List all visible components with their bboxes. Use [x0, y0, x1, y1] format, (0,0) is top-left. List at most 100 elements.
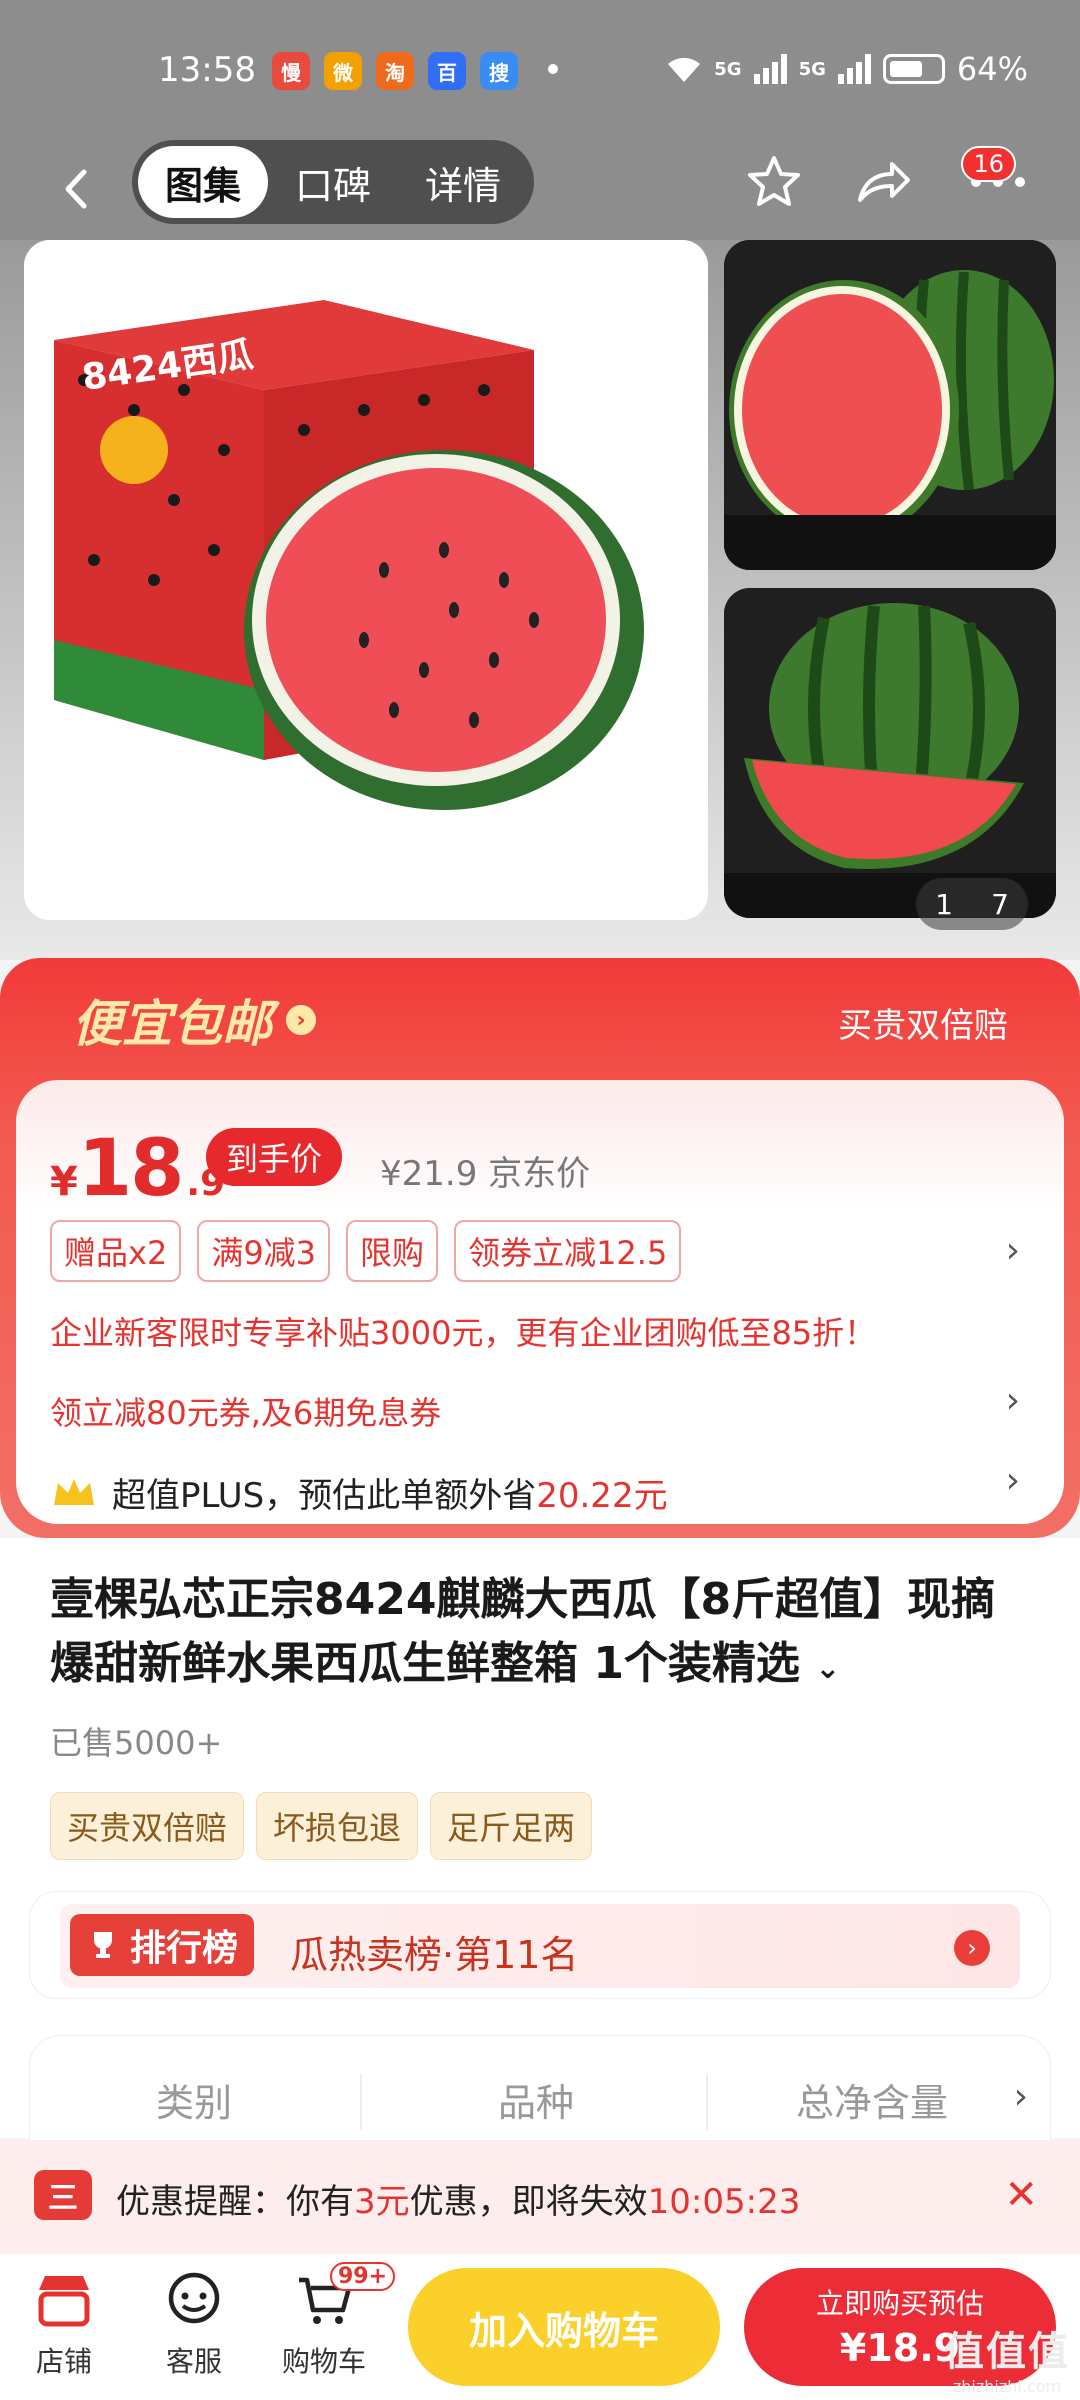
- chevron-right-icon[interactable]: ›: [954, 1930, 990, 1966]
- product-gallery: 8424西瓜 1 7: [0, 240, 1080, 960]
- ranking-tag: 排行榜: [70, 1914, 255, 1976]
- weibo-icon: 微: [324, 52, 362, 90]
- crown-icon: [54, 1478, 94, 1505]
- signal-icon-2: [837, 54, 871, 84]
- baidu-icon: 百: [428, 52, 466, 90]
- trophy-icon: [94, 1932, 112, 1958]
- final-price-tag: 到手价: [206, 1128, 343, 1186]
- network-label-2: 5G: [798, 58, 826, 80]
- price-guarantee[interactable]: 买贵双倍赔: [838, 998, 1008, 1047]
- shop-button[interactable]: 店铺: [14, 2268, 114, 2380]
- service-tag[interactable]: 买贵双倍赔: [50, 1792, 245, 1860]
- customer-service-label: 客服: [165, 2345, 222, 2378]
- close-icon[interactable]: ✕: [1004, 2172, 1038, 2218]
- pager-current: 1: [935, 887, 953, 921]
- ranking-text: 瓜热卖榜·第11名: [290, 1933, 579, 1977]
- divider: [706, 2074, 708, 2130]
- price-card: ¥ 18 .9 到手价 ¥21.9 京东价 赠品x2 满9减3 限购 领券立减1…: [16, 1080, 1064, 1524]
- chevron-right-icon[interactable]: ›: [1006, 1380, 1020, 1421]
- ranking-tag-text: 排行榜: [130, 1928, 239, 1969]
- shop-label: 店铺: [35, 2345, 92, 2378]
- app-notification-icon: 慢: [272, 52, 310, 90]
- customer-service-button[interactable]: 客服: [144, 2268, 244, 2380]
- clock: 13:58: [158, 50, 256, 90]
- final-price: ¥ 18 .9: [50, 1124, 225, 1214]
- thumbnail-image-1[interactable]: [724, 240, 1056, 570]
- search-app-icon: 搜: [480, 52, 518, 90]
- sold-count: 已售5000+: [50, 1724, 223, 1762]
- price-currency: ¥: [50, 1159, 78, 1205]
- chip-gift[interactable]: 赠品x2: [50, 1220, 182, 1282]
- promo-headline-text: 便宜包邮: [72, 995, 272, 1053]
- reminder-prefix: 优惠提醒：你有: [116, 2182, 354, 2222]
- notification-icons: 慢 微 淘 百 搜: [272, 52, 518, 90]
- bottom-action-bar: 店铺 客服 99+ 购物车 加入购物车 立即购买预估 ¥18.9 值值值 zhi…: [0, 2254, 1080, 2400]
- product-title-text: 壹棵弘芯正宗8424麒麟大西瓜【8斤超值】现摘爆甜新鲜水果西瓜生鲜整箱 1个装精…: [50, 1574, 996, 1689]
- battery-percent: 64%: [956, 50, 1028, 88]
- coupon-offer[interactable]: 领立减80元券,及6期免息券: [50, 1388, 441, 1434]
- spec-category: 类别: [156, 2081, 233, 2125]
- battery-icon: [882, 54, 945, 84]
- status-bar: 13:58 慢 微 淘 百 搜 5G 5G 64%: [0, 0, 1080, 140]
- signal-icon: [753, 54, 787, 84]
- promo-headline[interactable]: 便宜包邮 ›: [72, 984, 316, 1056]
- chip-coupon[interactable]: 领券立减12.5: [454, 1220, 682, 1282]
- message-count-badge: 16: [961, 146, 1016, 182]
- cart-button[interactable]: 99+ 购物车: [274, 2262, 396, 2380]
- service-tag[interactable]: 坏损包退: [256, 1792, 419, 1860]
- ranking-banner[interactable]: 排行榜 瓜热卖榜·第11名 ›: [30, 1892, 1050, 1998]
- image-pager: 1 7: [916, 878, 1028, 930]
- product-title[interactable]: 壹棵弘芯正宗8424麒麟大西瓜【8斤超值】现摘爆甜新鲜水果西瓜生鲜整箱 1个装精…: [50, 1568, 1030, 1701]
- plus-amount: 20.22元: [536, 1476, 668, 1516]
- more-menu-icon[interactable]: 16: [958, 146, 1038, 214]
- view-tabs: 图集 口碑 详情: [132, 140, 534, 224]
- tab-gallery[interactable]: 图集: [138, 146, 268, 218]
- chevron-down-icon[interactable]: ⌄: [815, 1651, 840, 1686]
- reminder-text: 优惠提醒：你有3元优惠，即将失效10:05:23: [116, 2174, 800, 2223]
- back-arrow-icon[interactable]: [52, 164, 102, 214]
- wifi-icon: [668, 57, 701, 82]
- network-label: 5G: [714, 58, 742, 80]
- more-notifications-dot: [548, 64, 558, 74]
- chevron-right-icon[interactable]: ›: [1014, 2076, 1028, 2117]
- plus-text: 超值PLUS，预估此单额外省: [112, 1476, 537, 1516]
- chat-icon: [162, 2268, 226, 2332]
- tab-details[interactable]: 详情: [398, 146, 528, 218]
- promo-chips[interactable]: 赠品x2 满9减3 限购 领券立减12.5: [50, 1220, 682, 1282]
- top-navigation: 图集 口碑 详情 16: [0, 140, 1080, 240]
- taobao-icon: 淘: [376, 52, 414, 90]
- chevron-right-icon[interactable]: ›: [1006, 1460, 1020, 1501]
- plus-savings[interactable]: 超值PLUS，预估此单额外省20.22元: [50, 1468, 668, 1517]
- cart-count-badge: 99+: [330, 2262, 396, 2291]
- divider: [360, 2074, 362, 2130]
- enterprise-offer[interactable]: 企业新客限时专享补贴3000元，更有企业团购低至85折！: [50, 1308, 876, 1354]
- service-tag[interactable]: 足斤足两: [430, 1792, 593, 1860]
- jd-reference-price: ¥21.9 京东价: [380, 1154, 591, 1194]
- share-icon[interactable]: [850, 150, 914, 214]
- shop-icon: [32, 2268, 96, 2332]
- price-integer: 18: [77, 1124, 185, 1214]
- service-tags[interactable]: 买贵双倍赔 坏损包退 足斤足两: [50, 1792, 593, 1860]
- chevron-right-icon: ›: [286, 1005, 316, 1035]
- reminder-countdown: 10:05:23: [647, 2182, 801, 2222]
- main-product-image[interactable]: 8424西瓜: [24, 240, 708, 920]
- thumbnail-image-2[interactable]: [724, 588, 1056, 918]
- chip-discount[interactable]: 满9减3: [197, 1220, 331, 1282]
- reminder-middle: 优惠，即将失效: [409, 2182, 648, 2222]
- reminder-amount: 3元: [354, 2182, 410, 2222]
- pager-total: 7: [991, 887, 1009, 921]
- tab-reviews[interactable]: 口碑: [268, 146, 398, 218]
- spec-table-header: 类别 品种 总净含量 ›: [30, 2036, 1050, 2146]
- spec-net-weight: 总净含量: [796, 2081, 949, 2125]
- watermark: 值值值 zhizhizhi.com: [944, 2319, 1070, 2396]
- coupon-reminder[interactable]: 三 优惠提醒：你有3元优惠，即将失效10:05:23 ✕: [0, 2140, 1080, 2254]
- favorite-star-icon[interactable]: [742, 150, 806, 214]
- buy-now-label: 立即购买预估: [815, 2287, 984, 2320]
- spec-variety: 品种: [498, 2081, 575, 2125]
- chip-limit[interactable]: 限购: [346, 1220, 439, 1282]
- add-to-cart-button[interactable]: 加入购物车: [408, 2268, 720, 2386]
- coupon-icon: 三: [34, 2170, 92, 2220]
- promo-section: 便宜包邮 › 买贵双倍赔 ¥ 18 .9 到手价 ¥21.9 京东价 赠品x2 …: [0, 958, 1080, 1538]
- watermark-main: 值值值: [944, 2329, 1070, 2375]
- chevron-right-icon[interactable]: ›: [1006, 1230, 1020, 1271]
